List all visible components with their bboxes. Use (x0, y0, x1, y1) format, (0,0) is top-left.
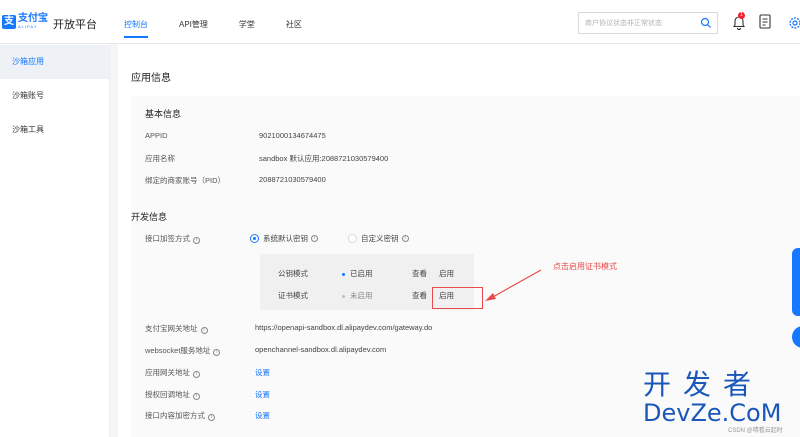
logo-en-text: ALIPAY (18, 24, 38, 29)
radio-dot-icon (348, 234, 357, 243)
watermark-en: DevZe.CoM (643, 399, 782, 427)
annotation-text: 点击启用证书模式 (553, 262, 617, 271)
nav-academy[interactable]: 学堂 (239, 0, 255, 44)
status-dot-icon (342, 272, 345, 276)
gateway-value: https://openapi-sandbox.dl.alipaydev.com… (255, 323, 433, 332)
pid-value: 2088721030579400 (259, 175, 326, 184)
basic-info-title: 基本信息 (145, 109, 182, 119)
cert-mode-label: 证书模式 (278, 291, 308, 300)
pid-label: 绑定的商家账号（PID） (145, 176, 226, 185)
alipay-logo[interactable]: 支 支付宝 ALIPAY (2, 14, 48, 29)
auth-callback-set-link[interactable]: 设置 (255, 389, 270, 400)
app-name-label: 应用名称 (145, 154, 175, 163)
cert-mode-status: 未启用 (342, 290, 373, 301)
document-icon[interactable] (759, 14, 771, 29)
radio-custom-key[interactable]: 自定义密钥 i (348, 233, 409, 244)
search-box (578, 12, 718, 34)
annotation-arrow-icon (485, 269, 542, 301)
sign-method-label: 接口加签方式 i (145, 233, 200, 244)
encryption-set-link[interactable]: 设置 (255, 410, 270, 421)
sidebar-item-sandbox-account[interactable]: 沙箱账号 (0, 79, 109, 113)
info-icon[interactable]: i (193, 237, 200, 244)
settings-icon[interactable] (788, 16, 800, 30)
info-icon[interactable]: i (193, 393, 200, 400)
auth-callback-label: 授权回调地址 i (145, 389, 200, 400)
logo-text: 支付宝 ALIPAY (18, 14, 48, 29)
alipay-logo-icon: 支 (2, 14, 16, 29)
sidebar-item-sandbox-app[interactable]: 沙箱应用 (0, 45, 109, 79)
info-icon[interactable]: i (193, 371, 200, 378)
app-gateway-label-text: 应用网关地址 (145, 368, 190, 377)
auth-callback-label-text: 授权回调地址 (145, 390, 190, 399)
public-key-status: 已启用 (342, 268, 373, 279)
info-icon[interactable]: i (213, 349, 221, 356)
nav-console[interactable]: 控制台 (124, 0, 148, 44)
sidebar: 沙箱应用 沙箱账号 沙箱工具 (0, 44, 110, 437)
floating-help-tab[interactable] (792, 248, 800, 316)
gateway-label-text: 支付宝网关地址 (145, 324, 198, 333)
encryption-label-text: 接口内容加密方式 (145, 411, 205, 420)
nav-api-management[interactable]: API管理 (179, 0, 208, 44)
status-dot-icon (342, 294, 345, 298)
app-gateway-label: 应用网关地址 i (145, 367, 200, 378)
notification-badge: 1 (738, 12, 745, 19)
public-key-status-text: 已启用 (350, 269, 373, 278)
watermark-cn: 开发者 (643, 368, 764, 401)
cert-mode-view-link[interactable]: 查看 (412, 290, 427, 301)
watermark: 开发者 DevZe.CoM (643, 370, 793, 430)
info-icon[interactable]: i (401, 235, 409, 242)
radio-dot-selected-icon (250, 234, 259, 243)
websocket-label-text: websocket服务地址 (145, 346, 211, 355)
app-gateway-set-link[interactable]: 设置 (255, 367, 270, 378)
nav-community[interactable]: 社区 (286, 0, 302, 44)
info-icon[interactable]: i (200, 327, 208, 334)
cert-mode-status-text: 未启用 (350, 291, 373, 300)
public-key-mode-label: 公钥模式 (278, 269, 308, 278)
top-bar: 支 支付宝 ALIPAY 开放平台 控制台 API管理 学堂 社区 1 (0, 0, 800, 44)
search-input[interactable] (585, 17, 695, 30)
main-nav: 控制台 API管理 学堂 社区 (124, 0, 333, 44)
radio-system-key-label: 系统默认密钥 (263, 234, 308, 243)
sign-method-text: 接口加签方式 (145, 234, 190, 243)
highlight-box (432, 287, 483, 309)
websocket-value: openchannel-sandbox.dl.alipaydev.com (255, 345, 387, 354)
radio-system-key[interactable]: 系统默认密钥 i (250, 233, 318, 244)
info-icon[interactable]: i (208, 414, 215, 421)
watermark-credit: CSDN @晴看云起时 (728, 428, 783, 434)
radio-custom-key-label: 自定义密钥 (361, 234, 399, 243)
sidebar-item-sandbox-tools[interactable]: 沙箱工具 (0, 113, 109, 147)
info-icon[interactable]: i (311, 235, 318, 242)
appid-label: APPID (145, 131, 168, 140)
public-key-view-link[interactable]: 查看 (412, 268, 427, 279)
encryption-label: 接口内容加密方式 i (145, 410, 215, 421)
dev-info-title: 开发信息 (131, 212, 168, 222)
platform-name: 开放平台 (53, 19, 97, 31)
page-title: 应用信息 (131, 73, 171, 84)
websocket-label: websocket服务地址 i (145, 345, 221, 356)
logo-cn-text: 支付宝 (18, 13, 48, 24)
public-key-enable-button[interactable]: 启用 (439, 268, 454, 279)
gateway-label: 支付宝网关地址 i (145, 323, 208, 334)
appid-value: 9021000134674475 (259, 131, 326, 140)
search-icon[interactable] (700, 17, 712, 29)
app-name-value: sandbox 默认应用:2088721030579400 (259, 154, 389, 163)
